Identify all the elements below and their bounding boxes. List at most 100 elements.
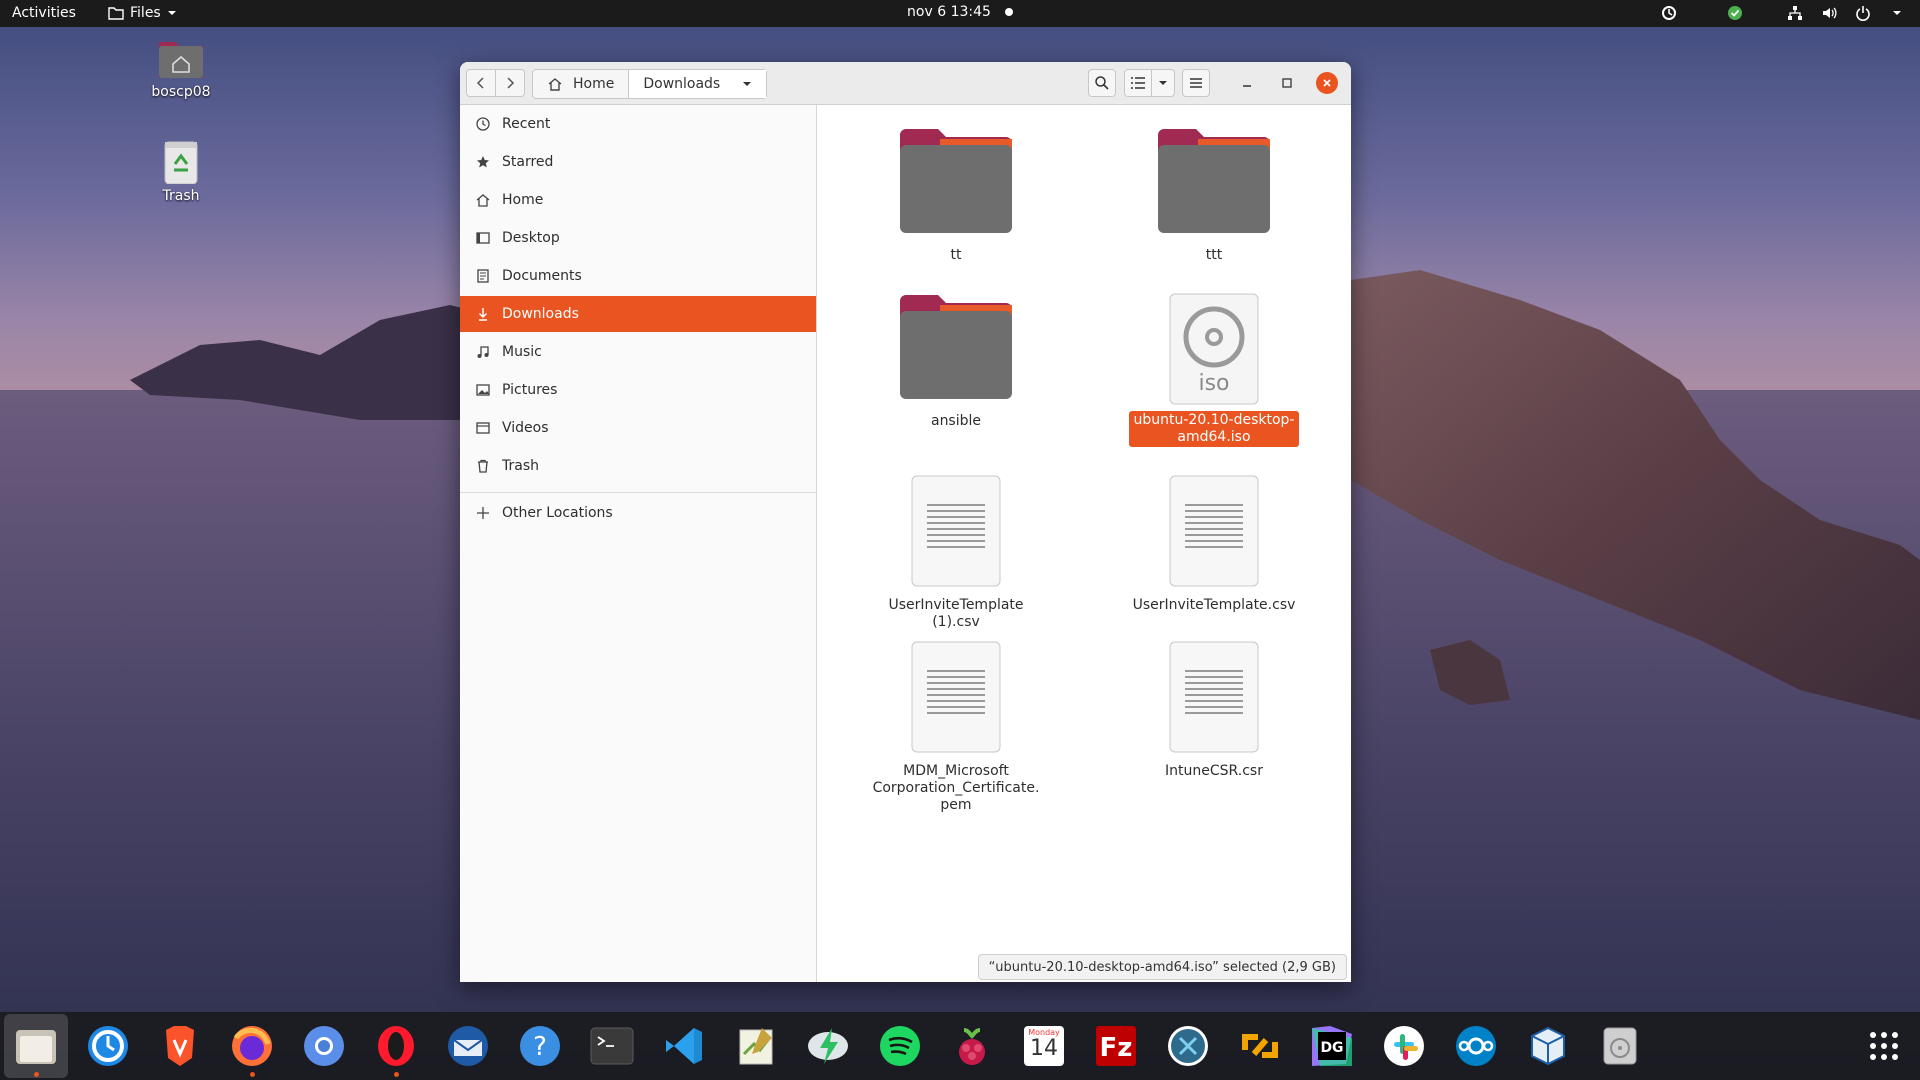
list-view-icon <box>1131 77 1145 89</box>
maximize-button[interactable] <box>1276 72 1298 94</box>
back-button[interactable] <box>466 69 496 97</box>
sidebar-item-other-locations[interactable]: Other Locations <box>460 495 816 531</box>
minimize-icon <box>1243 85 1251 87</box>
close-icon <box>1323 79 1331 87</box>
chevron-down-icon <box>1159 81 1167 85</box>
file-name: IntuneCSR.csr <box>1165 763 1263 779</box>
gedit-icon[interactable] <box>732 1022 780 1070</box>
folder-icon <box>900 293 1012 399</box>
timeshift-tray-icon[interactable] <box>1660 4 1678 22</box>
remmina-icon[interactable] <box>1164 1022 1212 1070</box>
sync-icon[interactable] <box>1236 1022 1284 1070</box>
sidebar-item-documents[interactable]: Documents <box>460 258 816 294</box>
network-icon[interactable] <box>1786 4 1804 22</box>
pathbar-current[interactable]: Downloads <box>628 70 767 98</box>
volume-icon[interactable] <box>1820 4 1838 22</box>
spotify-icon[interactable] <box>876 1022 924 1070</box>
home-folder-icon <box>157 36 205 80</box>
filezilla-icon[interactable]: Fz <box>1092 1022 1140 1070</box>
chevron-down-icon[interactable] <box>1888 4 1906 22</box>
desktop-icon-label: Trash <box>162 188 200 204</box>
text-document-icon <box>911 641 1001 753</box>
file-item-folder[interactable]: tt <box>866 127 1046 264</box>
home-icon <box>474 191 492 209</box>
desktop-icon-trash[interactable]: Trash <box>136 140 226 204</box>
clock[interactable]: nov 6 13:45 <box>0 4 1920 20</box>
folder-icon <box>900 127 1012 233</box>
nextcloud-icon[interactable] <box>1452 1022 1500 1070</box>
trash-icon <box>474 457 492 475</box>
chevron-down-icon <box>743 82 752 86</box>
minimize-button[interactable] <box>1236 72 1258 94</box>
deluge-icon[interactable] <box>804 1022 852 1070</box>
disks-icon[interactable] <box>1596 1022 1644 1070</box>
chromium-icon[interactable] <box>300 1022 348 1070</box>
menu-button[interactable] <box>1182 69 1210 97</box>
files-icon[interactable] <box>12 1022 60 1077</box>
brave-icon[interactable] <box>156 1022 204 1070</box>
file-name: tt <box>950 247 962 263</box>
calendar-face: Monday 14 <box>1024 1026 1064 1066</box>
trash-icon <box>157 140 205 185</box>
file-item-iso[interactable]: iso ubuntu-20.10-desktop- amd64.iso <box>1124 293 1304 447</box>
sidebar-item-label: Home <box>502 192 544 208</box>
pathbar-home[interactable]: Home <box>533 70 628 98</box>
file-item-text[interactable]: UserInviteTemplate (1).csv <box>866 475 1046 631</box>
power-icon[interactable] <box>1854 4 1872 22</box>
checkmark-tray-icon[interactable] <box>1726 4 1744 22</box>
virtualbox-icon[interactable] <box>1524 1022 1572 1070</box>
file-item-folder[interactable]: ttt <box>1124 127 1304 264</box>
sidebar-item-trash[interactable]: Trash <box>460 448 816 484</box>
timeshift-icon[interactable] <box>84 1022 132 1070</box>
calendar-icon[interactable]: Monday 14 <box>1020 1022 1068 1070</box>
music-icon <box>474 343 492 361</box>
view-list-button[interactable] <box>1124 69 1152 97</box>
search-button[interactable] <box>1088 69 1116 97</box>
view-options-button[interactable] <box>1151 69 1175 97</box>
sidebar-item-videos[interactable]: Videos <box>460 410 816 446</box>
file-item-folder[interactable]: ansible <box>866 293 1046 430</box>
sidebar-item-downloads[interactable]: Downloads <box>460 296 816 332</box>
sidebar-item-desktop[interactable]: Desktop <box>460 220 816 256</box>
datagrip-icon[interactable]: DG <box>1308 1022 1356 1070</box>
file-item-text[interactable]: UserInviteTemplate.csv <box>1124 475 1304 614</box>
system-tray[interactable] <box>1660 4 1906 22</box>
files-window: Home Downloads Recent Starred Home Deskt… <box>460 62 1351 982</box>
sidebar-item-pictures[interactable]: Pictures <box>460 372 816 408</box>
forward-button[interactable] <box>495 69 525 97</box>
close-button[interactable] <box>1316 72 1338 94</box>
help-icon[interactable]: ? <box>516 1022 564 1070</box>
desktop-icon <box>474 229 492 247</box>
clock-label: nov 6 13:45 <box>907 4 991 20</box>
slack-icon[interactable] <box>1380 1022 1428 1070</box>
places-sidebar: Recent Starred Home Desktop Documents Do… <box>460 105 817 982</box>
running-indicator <box>34 1072 39 1077</box>
sidebar-item-label: Recent <box>502 116 551 132</box>
raspberry-pi-icon[interactable] <box>948 1022 996 1070</box>
sidebar-item-recent[interactable]: Recent <box>460 106 816 142</box>
sidebar-item-home[interactable]: Home <box>460 182 816 218</box>
picture-icon <box>474 381 492 399</box>
hamburger-menu-icon <box>1190 78 1202 88</box>
sidebar-item-starred[interactable]: Starred <box>460 144 816 180</box>
firefox-icon[interactable] <box>228 1022 276 1077</box>
file-name-line: pem <box>940 797 972 813</box>
opera-icon[interactable] <box>372 1022 420 1077</box>
text-document-icon <box>1169 475 1259 587</box>
terminal-icon[interactable] <box>588 1022 636 1070</box>
pathbar-current-label: Downloads <box>643 76 721 92</box>
desktop-icon-home[interactable]: boscp08 <box>136 36 226 100</box>
svg-text:Fz: Fz <box>1100 1033 1133 1063</box>
clock-icon <box>474 115 492 133</box>
sidebar-item-label: Other Locations <box>502 505 613 521</box>
show-applications-button[interactable] <box>1860 1022 1908 1070</box>
sidebar-item-label: Videos <box>502 420 549 436</box>
sidebar-item-label: Documents <box>502 268 582 284</box>
status-text: “ubuntu-20.10-desktop-amd64.iso” selecte… <box>988 959 1336 975</box>
file-item-text[interactable]: IntuneCSR.csr <box>1124 641 1304 780</box>
pathbar: Home Downloads <box>532 69 768 99</box>
thunderbird-icon[interactable] <box>444 1022 492 1070</box>
file-item-text[interactable]: MDM_Microsoft Corporation_Certificate. p… <box>866 641 1046 814</box>
vscode-icon[interactable] <box>660 1022 708 1070</box>
sidebar-item-music[interactable]: Music <box>460 334 816 370</box>
